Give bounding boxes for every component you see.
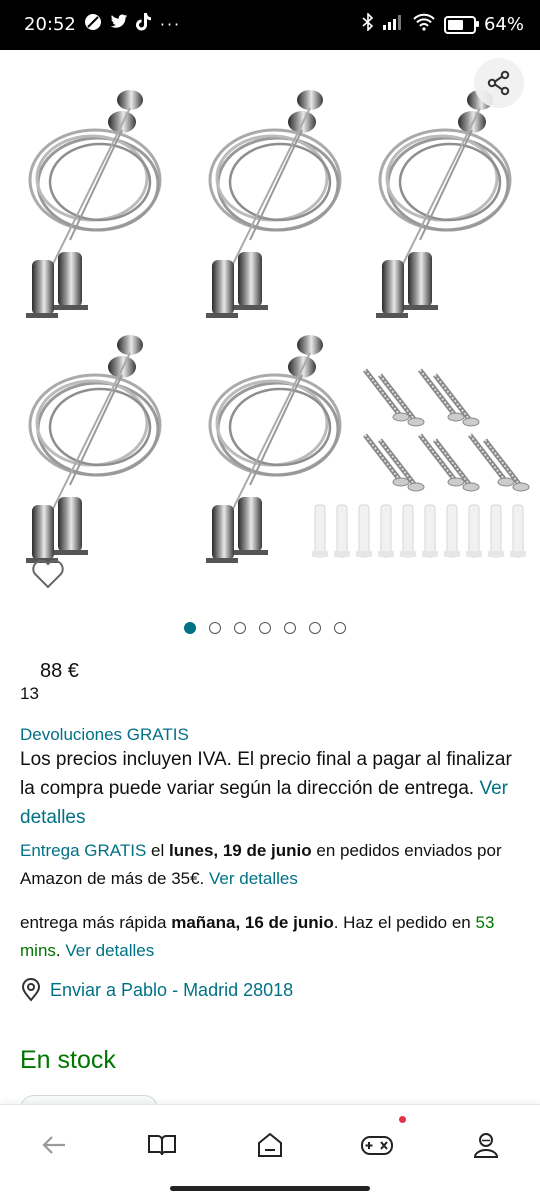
reader-button[interactable] xyxy=(142,1125,182,1165)
fastest-details-link[interactable]: Ver detalles xyxy=(65,941,154,960)
no-disturb-icon xyxy=(84,13,102,36)
battery-percent: 64% xyxy=(483,14,524,35)
delivery-details-link[interactable]: Ver detalles xyxy=(209,869,298,888)
pagination-dot[interactable] xyxy=(309,622,321,634)
pagination-dot[interactable] xyxy=(334,622,346,634)
profile-button[interactable] xyxy=(466,1125,506,1165)
pagination-dot[interactable] xyxy=(259,622,271,634)
games-button[interactable] xyxy=(357,1125,397,1165)
status-bar: 20:52 ··· 64% xyxy=(0,0,540,50)
battery-fill xyxy=(447,19,464,30)
status-time: 20:52 xyxy=(24,14,76,35)
pagination-dot[interactable] xyxy=(184,622,196,634)
back-icon xyxy=(42,1136,65,1154)
tax-note: Los precios incluyen IVA. El precio fina… xyxy=(20,745,524,832)
location-pin-icon xyxy=(21,978,41,1002)
home-icon xyxy=(258,1132,282,1157)
more-icon: ··· xyxy=(159,14,182,34)
delivery-address[interactable]: Enviar a Pablo - Madrid 28018 xyxy=(20,978,293,1002)
games-icon xyxy=(361,1136,393,1155)
price-main: 88 € xyxy=(40,660,79,682)
tiktok-icon xyxy=(135,13,152,36)
profile-icon xyxy=(473,1133,499,1158)
fastest-date: mañana, 16 de junio xyxy=(171,913,334,932)
wifi-icon xyxy=(412,13,436,36)
book-icon xyxy=(148,1135,176,1156)
fastest-dot: . xyxy=(55,941,61,960)
share-button[interactable] xyxy=(474,58,524,108)
home-button[interactable] xyxy=(250,1125,290,1165)
fastest-prefix: entrega más rápida xyxy=(20,913,167,932)
product-image-gallery[interactable] xyxy=(0,50,540,610)
delivery-el: el xyxy=(151,841,165,860)
address-label[interactable]: Enviar a Pablo - Madrid 28018 xyxy=(50,980,293,1001)
signal-icon xyxy=(382,14,404,35)
pagination-dot[interactable] xyxy=(234,622,246,634)
share-icon xyxy=(487,70,510,96)
tax-note-text: Los precios incluyen IVA. El precio fina… xyxy=(20,749,512,799)
heart-icon xyxy=(32,559,64,589)
pagination-dot[interactable] xyxy=(209,622,221,634)
notification-dot xyxy=(399,1116,406,1123)
pagination-dot[interactable] xyxy=(284,622,296,634)
delivery-date: lunes, 19 de junio xyxy=(169,841,312,860)
delivery-info: Entrega GRATIS el lunes, 19 de junio en … xyxy=(20,837,524,893)
price-cents: 13 xyxy=(20,684,39,703)
battery-icon xyxy=(443,15,479,34)
fastest-delivery: entrega más rápida mañana, 16 de junio. … xyxy=(20,909,524,965)
bluetooth-icon xyxy=(362,12,374,36)
image-pagination[interactable] xyxy=(184,622,346,634)
status-right: 64% xyxy=(362,12,524,36)
product-image xyxy=(24,88,540,565)
status-left: 20:52 ··· xyxy=(24,13,181,36)
free-delivery-label[interactable]: Entrega GRATIS xyxy=(20,841,146,860)
gesture-bar[interactable] xyxy=(170,1186,370,1191)
twitter-icon xyxy=(110,14,128,35)
wishlist-button[interactable] xyxy=(30,556,66,592)
fastest-middle: . Haz el pedido en xyxy=(333,913,471,932)
back-button[interactable] xyxy=(34,1125,74,1165)
stock-status: En stock xyxy=(20,1046,116,1074)
